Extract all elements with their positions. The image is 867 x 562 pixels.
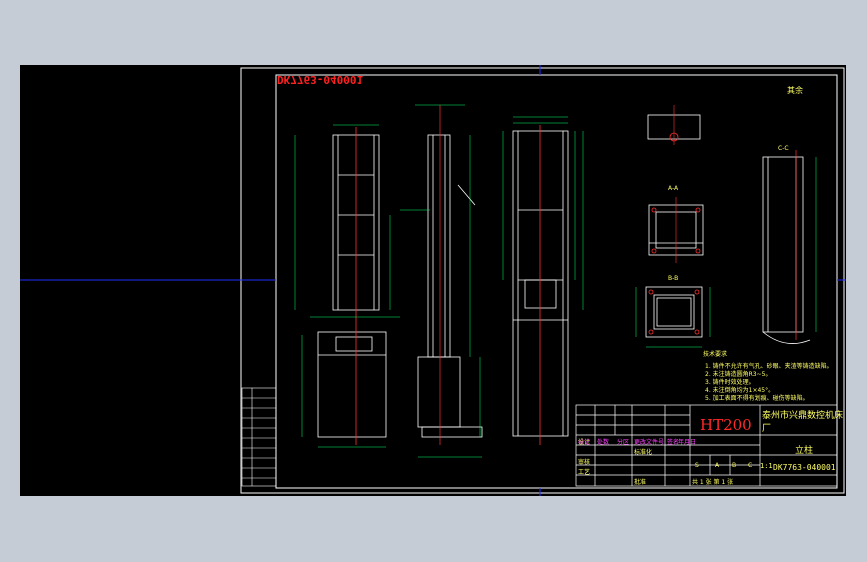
review-label: 审核 [578,459,591,466]
drawing-number-block: DK7763-040001 [773,463,836,472]
section-label-a: A-A [668,185,679,192]
drawing-canvas[interactable]: DK7763-040001 HT200 泰州市兴鼎数控机床厂 立柱 DK7763… [20,65,846,496]
process-label: 工艺 [578,469,591,476]
tb-row-1: 标记 [578,439,591,446]
factory-name: 泰州市兴鼎数控机床厂 [762,411,844,434]
stage-b: B [732,462,737,469]
material-label: HT200 [700,416,752,434]
tb-row-3: 分区 [617,439,630,446]
tech-req-5: 5. 加工表面不得有划痕、碰伤等缺陷。 [705,395,809,402]
surface-check-mark: 其余 [787,86,803,95]
section-label-b: B-B [668,275,679,282]
tb-row-2: 处数 [597,439,610,446]
section-label-c: C-C [778,145,789,152]
tb-row-4: 更改文件号 [634,439,665,446]
tech-req-title: 技术要求 [703,351,728,358]
approve-label: 批准 [634,479,647,486]
sheet-info: 共 1 张 第 1 张 [692,479,734,486]
stage-s: S [695,462,699,469]
scale-label: 1:1 [760,462,773,470]
part-name: 立柱 [795,446,814,456]
stage-c: C [748,462,753,469]
stage-a: A [715,462,720,469]
tb-row-6: 年月日 [678,439,697,446]
std-label: 标准化 [634,449,653,456]
drawing-number-top: DK7763-040001 [277,73,364,86]
